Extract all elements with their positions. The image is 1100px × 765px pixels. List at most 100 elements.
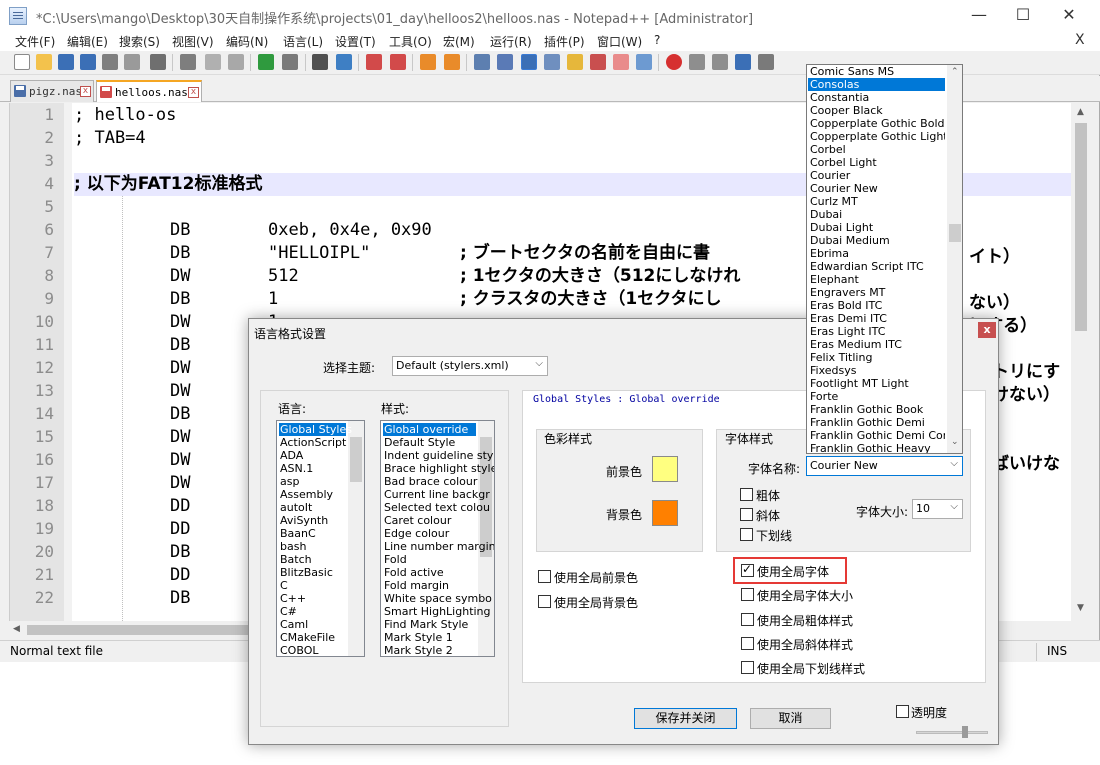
playback-macro-icon[interactable] [712, 54, 728, 70]
menu-settings[interactable]: 设置(T) [335, 33, 376, 50]
menu-search[interactable]: 搜索(S) [119, 33, 160, 50]
font-option[interactable]: Forte [808, 390, 945, 403]
vertical-scroll-thumb[interactable] [1075, 123, 1087, 331]
font-option[interactable]: Elephant [808, 273, 945, 286]
zoom-in-icon[interactable] [366, 54, 382, 70]
language-list-item[interactable]: ASN.1 [279, 462, 346, 475]
find-icon[interactable] [312, 54, 328, 70]
transparency-slider-handle[interactable] [962, 726, 968, 738]
transparency-slider-track[interactable] [916, 731, 988, 734]
language-list-item[interactable]: bash [279, 540, 346, 553]
language-list-item[interactable]: autoIt [279, 501, 346, 514]
font-option[interactable]: Franklin Gothic Book [808, 403, 945, 416]
language-list-item[interactable]: ActionScript [279, 436, 346, 449]
font-option[interactable]: Constantia [808, 91, 945, 104]
font-option[interactable]: Edwardian Script ITC [808, 260, 945, 273]
language-list-item[interactable]: BlitzBasic [279, 566, 346, 579]
replace-icon[interactable] [336, 54, 352, 70]
theme-select[interactable]: Default (stylers.xml) ⌵ [392, 356, 548, 376]
font-option[interactable]: Dubai [808, 208, 945, 221]
use-global-italic-checkbox[interactable] [741, 637, 754, 650]
save-and-close-button[interactable]: 保存并关闭 [634, 708, 737, 729]
font-option[interactable]: Dubai Light [808, 221, 945, 234]
record-macro-icon[interactable] [666, 54, 682, 70]
sync-vertical-icon[interactable] [420, 54, 436, 70]
show-all-characters-icon[interactable] [497, 54, 513, 70]
style-list-item[interactable]: Selected text colou [383, 501, 490, 514]
folder-workspace-icon[interactable] [613, 54, 629, 70]
italic-checkbox[interactable] [740, 508, 753, 521]
font-option[interactable]: Fixedsys [808, 364, 945, 377]
dialog-close-button[interactable]: x [978, 322, 996, 338]
font-option[interactable]: Eras Light ITC [808, 325, 945, 338]
style-list-item[interactable]: Indent guideline sty [383, 449, 493, 462]
close-window-button[interactable]: ✕ [1046, 0, 1092, 31]
style-list-item[interactable]: Find Mark Style [383, 618, 476, 631]
menu-window[interactable]: 窗口(W) [597, 33, 642, 50]
font-list-scrollbar[interactable]: ⌃ ⌄ [947, 65, 962, 453]
undo-icon[interactable] [258, 54, 274, 70]
run-macro-multiple-icon[interactable] [735, 54, 751, 70]
menu-file[interactable]: 文件(F) [15, 33, 55, 50]
style-list-item[interactable]: Fold margin [383, 579, 476, 592]
style-list-item[interactable]: Current line backgr [383, 488, 490, 501]
language-list-item[interactable]: asp [279, 475, 346, 488]
language-list-item[interactable]: C# [279, 605, 346, 618]
menu-macro[interactable]: 宏(M) [443, 33, 475, 50]
style-list-item[interactable]: Mark Style 2 [383, 644, 476, 656]
menu-run[interactable]: 运行(R) [490, 33, 532, 50]
menu-help[interactable]: ? [654, 33, 660, 47]
language-list-scrollbar[interactable] [348, 421, 364, 656]
use-global-font-size-checkbox[interactable] [741, 588, 754, 601]
font-option[interactable]: Copperplate Gothic Light [808, 130, 945, 143]
transparency-checkbox[interactable] [896, 705, 909, 718]
language-list-item[interactable]: C++ [279, 592, 346, 605]
horizontal-scroll-thumb[interactable] [27, 625, 257, 635]
menu-plugins[interactable]: 插件(P) [544, 33, 585, 50]
minimize-button[interactable]: — [956, 0, 1002, 31]
style-list-item[interactable]: Caret colour [383, 514, 476, 527]
font-option[interactable]: Comic Sans MS [808, 65, 945, 78]
font-name-dropdown-list[interactable]: ⌃ ⌄ Comic Sans MS Consolas Constantia Coope… [806, 64, 963, 454]
close-document-x[interactable]: X [1075, 32, 1085, 48]
menu-language[interactable]: 语言(L) [283, 33, 323, 50]
cancel-button[interactable]: 取消 [750, 708, 831, 729]
underline-checkbox[interactable] [740, 528, 753, 541]
font-option[interactable]: Footlight MT Light [808, 377, 945, 390]
font-option[interactable]: Corbel [808, 143, 945, 156]
font-option[interactable]: Cooper Black [808, 104, 945, 117]
close-file-icon[interactable] [102, 54, 118, 70]
scroll-up-icon[interactable]: ⌃ [951, 67, 959, 77]
language-list-item[interactable]: ADA [279, 449, 346, 462]
zoom-out-icon[interactable] [390, 54, 406, 70]
font-option[interactable]: Courier New [808, 182, 945, 195]
new-file-icon[interactable] [14, 54, 30, 70]
style-list-item[interactable]: Global override [383, 423, 476, 436]
indent-guide-icon[interactable] [521, 54, 537, 70]
foreground-color-swatch[interactable] [652, 456, 678, 482]
font-option[interactable]: Franklin Gothic Heavy [808, 442, 945, 453]
font-option[interactable]: Eras Demi ITC [808, 312, 945, 325]
close-all-icon[interactable] [124, 54, 140, 70]
font-option[interactable]: Courier [808, 169, 945, 182]
stop-recording-icon[interactable] [689, 54, 705, 70]
vertical-scrollbar[interactable]: ▲ ▼ [1071, 103, 1091, 621]
user-language-icon[interactable] [544, 54, 560, 70]
font-option[interactable]: Franklin Gothic Demi Cond [808, 429, 945, 442]
font-name-select[interactable]: Courier New ⌵ [806, 456, 963, 476]
fold-margin[interactable] [64, 103, 72, 621]
scroll-down-icon[interactable]: ⌄ [951, 437, 959, 447]
style-list[interactable]: Global override Default Style Indent guide… [380, 420, 495, 657]
font-option[interactable]: Curlz MT [808, 195, 945, 208]
monitoring-icon[interactable] [636, 54, 652, 70]
open-file-icon[interactable] [36, 54, 52, 70]
style-list-item[interactable]: Bad brace colour [383, 475, 477, 488]
bold-checkbox[interactable] [740, 488, 753, 501]
scroll-up-icon[interactable]: ▲ [1077, 107, 1084, 117]
scroll-left-icon[interactable]: ◀ [13, 624, 20, 634]
language-list-item[interactable]: Batch [279, 553, 346, 566]
style-list-item[interactable]: Edge colour [383, 527, 476, 540]
save-icon[interactable] [58, 54, 74, 70]
font-option[interactable]: Eras Bold ITC [808, 299, 945, 312]
function-list-icon[interactable] [590, 54, 606, 70]
